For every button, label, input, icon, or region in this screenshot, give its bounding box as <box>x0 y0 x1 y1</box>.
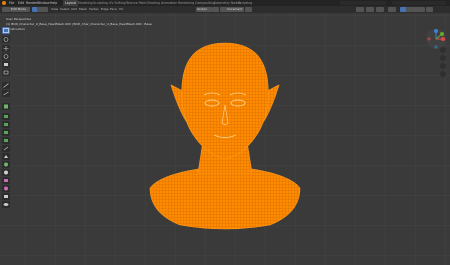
mode-selector[interactable]: Edit Mode <box>10 7 30 12</box>
bevel-tool[interactable] <box>2 129 10 136</box>
transform-orientation-selector[interactable]: Global <box>196 7 212 12</box>
snap-target-selector[interactable]: Increment <box>226 7 244 12</box>
3d-viewport[interactable]: User Perspective (1) BOD_Character_U_Bas… <box>0 13 450 265</box>
header-menu-uv[interactable]: UV <box>119 6 123 13</box>
header-menu-edge[interactable]: Edge <box>101 6 109 13</box>
pivot-selector[interactable] <box>212 7 219 12</box>
header-menu-select[interactable]: Select <box>60 6 69 13</box>
gizmo-neg-z-axis <box>434 45 438 49</box>
editor-type-button[interactable] <box>2 7 10 12</box>
gizmo-x-axis <box>441 37 445 41</box>
shading-options-button[interactable] <box>426 7 433 12</box>
header-menu-mesh[interactable]: Mesh <box>79 6 87 13</box>
knife-tool[interactable] <box>2 145 10 152</box>
cursor-tool[interactable] <box>2 36 10 43</box>
measure-tool[interactable] <box>2 90 10 97</box>
gizmo-neg-x-axis <box>427 37 431 41</box>
header-menu-add[interactable]: Add <box>71 6 77 13</box>
mesh-head <box>181 42 269 160</box>
header-menu-vertex[interactable]: Vertex <box>89 6 99 13</box>
xray-toggle[interactable] <box>388 7 396 12</box>
blender-logo-icon[interactable] <box>2 1 6 5</box>
shrink-fatten-tool[interactable] <box>2 185 10 192</box>
rotate-tool[interactable] <box>2 53 10 60</box>
overlay-toggle[interactable] <box>376 7 384 12</box>
add-cube-tool[interactable] <box>2 103 10 110</box>
scale-tool[interactable] <box>2 61 10 68</box>
visibility-button[interactable] <box>356 7 364 12</box>
head-mesh[interactable] <box>0 13 450 265</box>
smooth-tool[interactable] <box>2 169 10 176</box>
inset-tool[interactable] <box>2 121 10 128</box>
header-menu-view[interactable]: View <box>51 6 58 13</box>
gizmo-y-axis <box>440 32 444 36</box>
select-box-tool[interactable] <box>2 27 10 34</box>
view-layer-selector[interactable] <box>392 1 446 5</box>
header-menu-face[interactable]: Face <box>110 6 117 13</box>
gizmo-z-axis <box>434 29 438 33</box>
ortho-toggle-button[interactable] <box>440 71 446 77</box>
gizmo-toggle[interactable] <box>366 7 374 12</box>
zoom-button[interactable] <box>440 47 446 53</box>
shading-rendered-button[interactable] <box>418 7 425 12</box>
move-tool[interactable] <box>2 45 10 52</box>
transform-tool[interactable] <box>2 69 10 76</box>
loop-cut-tool[interactable] <box>2 137 10 144</box>
camera-view-button[interactable] <box>440 63 446 69</box>
spin-tool[interactable] <box>2 161 10 168</box>
rip-tool[interactable] <box>2 201 10 208</box>
extrude-tool[interactable] <box>2 113 10 120</box>
proportional-edit-toggle[interactable] <box>245 7 252 12</box>
pan-button[interactable] <box>440 55 446 61</box>
shear-tool[interactable] <box>2 193 10 200</box>
face-select-button[interactable] <box>42 7 48 12</box>
annotate-tool[interactable] <box>2 82 10 89</box>
viewport-header: Edit Mode View Select Add Mesh Vertex Ed… <box>0 6 450 13</box>
poly-build-tool[interactable] <box>2 153 10 160</box>
mesh-shoulders <box>149 168 301 230</box>
edge-slide-tool[interactable] <box>2 177 10 184</box>
scene-selector[interactable] <box>340 1 386 5</box>
